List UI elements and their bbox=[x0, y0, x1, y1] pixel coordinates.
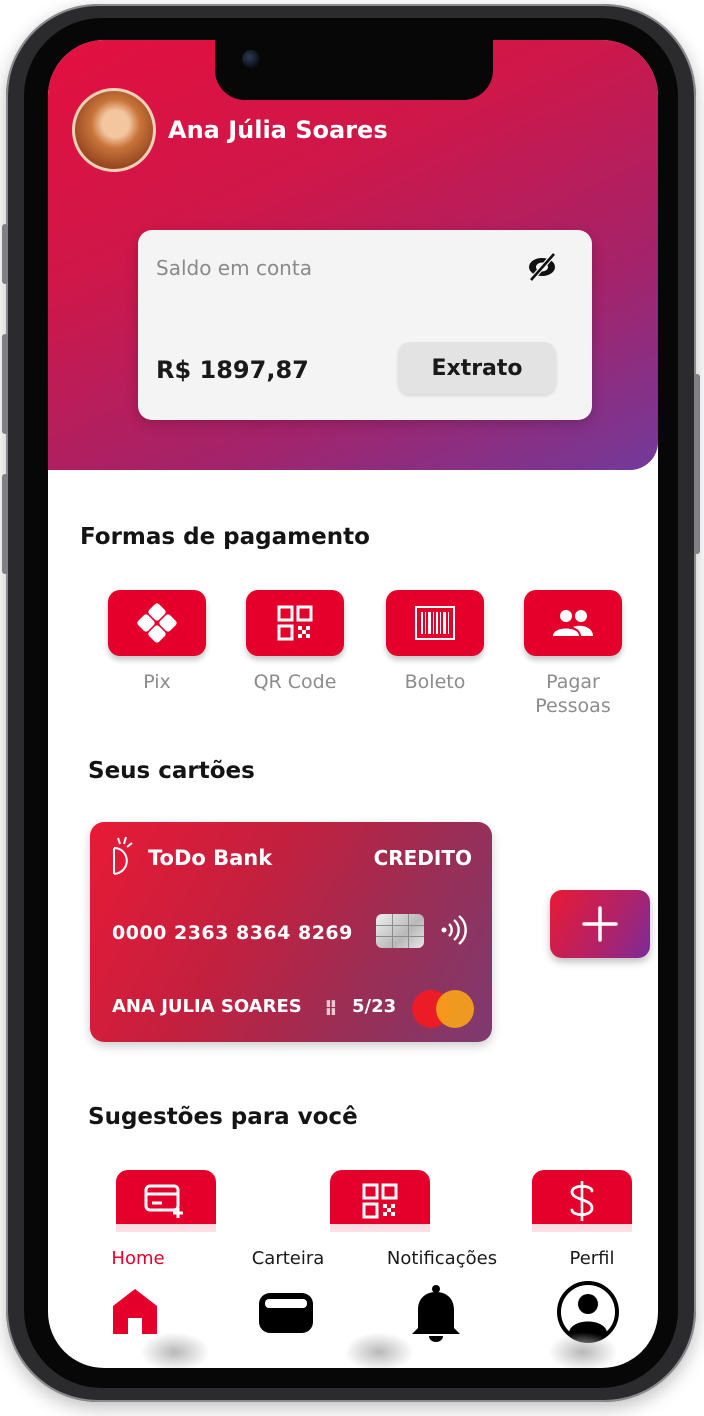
barcode-icon bbox=[415, 606, 455, 640]
qr-code-icon bbox=[362, 1183, 398, 1219]
add-card-button[interactable] bbox=[550, 890, 650, 958]
mute-switch bbox=[2, 474, 8, 574]
pix-button[interactable] bbox=[108, 590, 206, 656]
credit-card[interactable]: ToDo Bank CREDITO 0000 2363 8364 8269 AN… bbox=[90, 822, 492, 1042]
nav-label-wallet[interactable]: Carteira bbox=[238, 1248, 338, 1269]
nav-label-notifications[interactable]: Notificações bbox=[372, 1248, 512, 1269]
wallet-icon[interactable] bbox=[256, 1290, 316, 1336]
nav-label-home[interactable]: Home bbox=[98, 1248, 178, 1269]
balance-value: R$ 1897,87 bbox=[156, 356, 309, 384]
chip-icon bbox=[376, 914, 424, 948]
mastercard-icon-overlap bbox=[436, 990, 474, 1028]
card-add-icon bbox=[144, 1184, 183, 1218]
nav-label-profile[interactable]: Perfil bbox=[552, 1248, 632, 1269]
contactless-icon bbox=[441, 915, 467, 945]
suggestions-title: Sugestões para você bbox=[88, 1104, 358, 1130]
app-screen: Ana Júlia Soares Saldo em conta R$ 1897,… bbox=[48, 40, 658, 1368]
user-name: Ana Júlia Soares bbox=[168, 116, 388, 144]
statement-button[interactable]: Extrato bbox=[398, 342, 556, 394]
card-number: 0000 2363 8364 8269 bbox=[112, 922, 353, 944]
bottom-reflection bbox=[344, 1332, 414, 1368]
card-expiry: 5/23 bbox=[352, 996, 397, 1017]
qr-code-icon bbox=[277, 605, 313, 641]
pix-icon bbox=[137, 603, 177, 643]
bell-icon[interactable] bbox=[408, 1284, 464, 1342]
pay-people-label-line2: Pessoas bbox=[535, 695, 611, 717]
pix-label: Pix bbox=[143, 671, 171, 693]
card-holder-name: ANA JULIA SOARES bbox=[112, 996, 302, 1017]
home-icon[interactable] bbox=[110, 1286, 160, 1336]
front-camera bbox=[242, 50, 260, 68]
bank-name: ToDo Bank bbox=[148, 846, 273, 870]
boleto-button[interactable] bbox=[386, 590, 484, 656]
boleto-label: Boleto bbox=[404, 671, 466, 693]
eye-off-icon[interactable] bbox=[526, 250, 558, 282]
avatar[interactable] bbox=[72, 88, 156, 172]
pay-people-label-line1: Pagar bbox=[546, 671, 600, 693]
power-button bbox=[694, 374, 700, 554]
bottom-reflection bbox=[548, 1332, 618, 1368]
notch bbox=[215, 40, 493, 100]
suggestion-qr-code-button[interactable] bbox=[330, 1170, 430, 1232]
balance-card: Saldo em conta R$ 1897,87 Extrato bbox=[138, 230, 592, 420]
card-type: CREDITO bbox=[373, 846, 472, 870]
bottom-reflection bbox=[140, 1332, 210, 1368]
payment-methods-title: Formas de pagamento bbox=[80, 524, 370, 550]
cards-title: Seus cartões bbox=[88, 758, 255, 784]
volume-up-button bbox=[2, 224, 8, 284]
people-icon bbox=[553, 610, 593, 636]
pay-people-button[interactable] bbox=[524, 590, 622, 656]
balance-label: Saldo em conta bbox=[156, 256, 312, 280]
pay-people-label: Pagar Pessoas bbox=[508, 670, 638, 718]
valid-thru-mark: ▮▮ ▮▮ bbox=[326, 999, 336, 1017]
qr-code-label: QR Code bbox=[253, 671, 337, 693]
bank-logo-icon bbox=[113, 836, 133, 875]
suggestion-card-add-button[interactable] bbox=[116, 1170, 216, 1232]
plus-icon bbox=[582, 906, 618, 942]
suggestion-dollar-button[interactable] bbox=[532, 1170, 632, 1232]
qr-code-button[interactable] bbox=[246, 590, 344, 656]
dollar-icon bbox=[570, 1181, 594, 1221]
volume-down-button bbox=[2, 334, 8, 434]
